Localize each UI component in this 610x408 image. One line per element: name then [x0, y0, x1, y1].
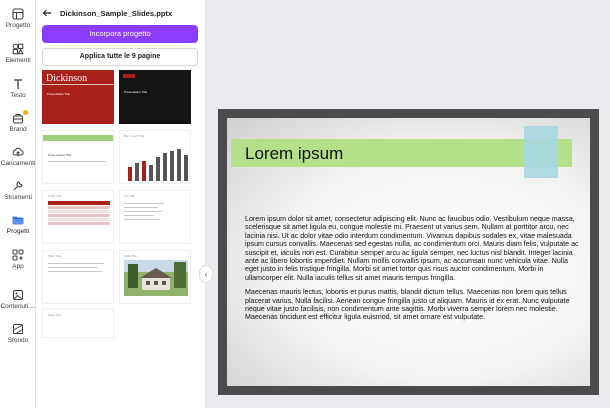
panel-header: Dickinson_Sample_Slides.pptx — [42, 6, 172, 20]
rail-label: Brand — [9, 126, 27, 133]
chevron-left-icon: ‹ — [204, 269, 208, 279]
page-thumbnail-2[interactable]: Presentation Title — [119, 70, 191, 124]
rail-label: Progetti — [6, 228, 30, 235]
rail-item-progetto[interactable]: Progetto — [0, 8, 36, 29]
thumb-text: Page Title — [48, 313, 62, 317]
rail-label: Strumenti — [4, 194, 32, 201]
body-paragraph: Maecenas mauris lectus, lobortis et puru… — [245, 288, 570, 322]
slide-body[interactable]: Lorem ipsum dolor sit amet, consectetur … — [245, 215, 581, 328]
tools-icon — [13, 181, 23, 191]
page-thumbnail-1[interactable]: Dickinson Presentation Title — [42, 70, 114, 124]
rail-label: App — [12, 263, 24, 270]
page-thumbnail-8[interactable]: Slide Title — [119, 250, 191, 304]
thumb-subtitle: Presentation Title — [47, 92, 71, 96]
collapse-panel-button[interactable]: ‹ — [199, 265, 213, 283]
rail-label: Caricamenti — [0, 160, 36, 167]
rail-item-sfondo[interactable]: Sfondo — [0, 323, 36, 344]
title-stripe — [524, 126, 558, 178]
brand-icon — [13, 114, 23, 124]
rail-label: Contenuti ... — [0, 303, 36, 310]
content-icon — [13, 290, 23, 300]
shapes-icon — [12, 43, 24, 55]
thumb-text: Slide Title — [124, 254, 138, 258]
rail-label: Progetto — [5, 22, 31, 29]
side-rail: Progetto Elementi Testo Brand Caricament… — [0, 0, 36, 408]
folder-icon — [12, 216, 24, 225]
import-project-button[interactable]: Incorpora progetto — [42, 25, 198, 43]
file-name: Dickinson_Sample_Slides.pptx — [60, 8, 173, 18]
slide-content: Lorem ipsum Lorem ipsum dolor sit amet, … — [227, 118, 590, 386]
crown-icon — [23, 110, 28, 115]
rail-item-brand[interactable]: Brand — [0, 110, 36, 133]
slide-canvas[interactable]: Lorem ipsum Lorem ipsum dolor sit amet, … — [218, 109, 599, 395]
body-paragraph: Lorem ipsum dolor sit amet, consectetur … — [245, 215, 579, 282]
grid-icon — [12, 8, 24, 20]
text-icon — [14, 79, 22, 89]
rail-item-caricamenti[interactable]: Caricamenti — [0, 146, 36, 167]
apps-icon — [12, 249, 24, 261]
thumb-subtitle: Presentation Title — [124, 90, 148, 94]
rail-label: Testo — [10, 92, 26, 99]
rail-label: Elementi — [5, 57, 31, 64]
rail-item-strumenti[interactable]: Strumenti — [0, 180, 36, 201]
page-thumbnail-3[interactable]: Presentation Title — [42, 130, 114, 184]
background-icon — [13, 324, 23, 334]
thumb-text: Chart Title — [48, 194, 62, 198]
page-thumbnail-7[interactable]: Slide Title — [42, 250, 114, 304]
apply-all-pages-button[interactable]: Applica tutte le 9 pagine — [42, 48, 198, 66]
page-thumbnail-9[interactable]: Page Title — [42, 308, 114, 338]
cloud-upload-icon — [12, 147, 24, 157]
thumb-text: List Title — [124, 194, 136, 198]
thumb-text: Bar Graph Title — [124, 134, 145, 138]
thumb-title: Dickinson — [46, 73, 88, 84]
projects-panel: Dickinson_Sample_Slides.pptx Incorpora p… — [36, 0, 206, 408]
house-photo-thumbnail — [124, 260, 188, 296]
slide-title[interactable]: Lorem ipsum — [245, 144, 343, 164]
page-thumbnail-6[interactable]: List Title — [119, 190, 191, 244]
rail-item-contenuti[interactable]: Contenuti ... — [0, 289, 36, 310]
rail-item-app[interactable]: App — [0, 249, 36, 270]
bar-graph-thumbnail-icon — [128, 149, 188, 181]
page-thumbnail-5[interactable]: Chart Title — [42, 190, 114, 244]
rail-item-progetti[interactable]: Progetti — [0, 214, 36, 235]
rail-item-elementi[interactable]: Elementi — [0, 43, 36, 64]
rail-label: Sfondo — [7, 337, 29, 344]
page-thumbnail-4[interactable]: Bar Graph Title — [119, 130, 191, 184]
rail-item-testo[interactable]: Testo — [0, 78, 36, 99]
thumb-text: Slide Title — [48, 254, 62, 258]
back-arrow-icon[interactable] — [42, 8, 52, 18]
thumb-text: Presentation Title — [48, 153, 72, 157]
